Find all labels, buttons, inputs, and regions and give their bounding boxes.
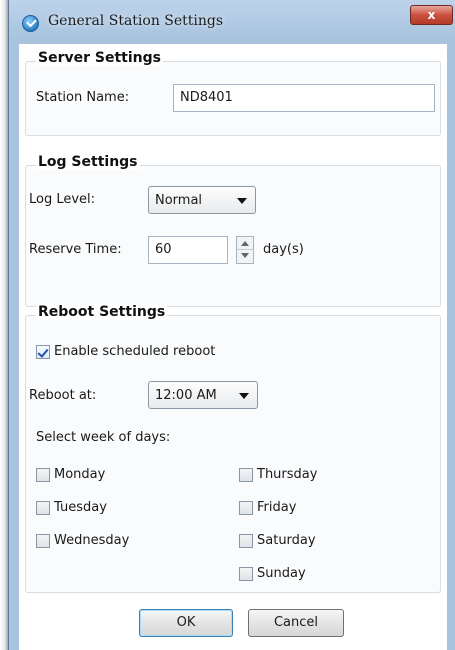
reserve-time-field[interactable]: 60 (148, 236, 228, 264)
day-label: Thursday (257, 467, 318, 482)
reboot-time-dropdown[interactable]: 12:00 AM (148, 381, 258, 409)
chevron-down-icon (237, 198, 247, 204)
enable-reboot-label: Enable scheduled reboot (54, 344, 216, 359)
station-name-field[interactable]: ND8401 (173, 84, 435, 112)
server-settings-group: Server Settings Station Name: ND8401 (25, 50, 441, 136)
day-checkbox-tuesday[interactable]: Tuesday (36, 500, 107, 515)
day-checkbox-sunday[interactable]: Sunday (239, 566, 306, 581)
chevron-down-icon (239, 393, 249, 399)
window-shadow (0, 0, 8, 650)
server-settings-title: Server Settings (36, 50, 163, 66)
reserve-time-unit: day(s) (263, 242, 304, 257)
log-level-label: Log Level: (29, 192, 96, 207)
day-checkbox-monday[interactable]: Monday (36, 467, 105, 482)
checkbox-icon (36, 500, 50, 515)
day-label: Monday (54, 467, 106, 482)
day-label: Friday (257, 500, 297, 515)
day-label: Sunday (257, 566, 306, 581)
close-icon: x (427, 8, 436, 22)
log-settings-group: Log Settings Log Level: Normal Reserve T… (25, 154, 441, 307)
week-days-label: Select week of days: (36, 430, 171, 445)
ok-button[interactable]: OK (139, 609, 233, 637)
day-checkbox-wednesday[interactable]: Wednesday (36, 533, 129, 548)
checkbox-icon (239, 566, 253, 581)
day-checkbox-thursday[interactable]: Thursday (239, 467, 317, 482)
enable-reboot-checkbox[interactable]: Enable scheduled reboot (36, 344, 215, 359)
log-level-dropdown[interactable]: Normal (148, 186, 256, 214)
cancel-button[interactable]: Cancel (248, 609, 344, 637)
day-checkbox-saturday[interactable]: Saturday (239, 533, 316, 548)
reboot-time-value: 12:00 AM (155, 388, 217, 403)
day-label: Saturday (257, 533, 316, 548)
station-name-label: Station Name: (36, 90, 130, 105)
title-bar: General Station Settings x (8, 0, 455, 44)
reserve-time-label: Reserve Time: (29, 242, 122, 257)
window-title: General Station Settings (48, 13, 224, 29)
dialog-body: Server Settings Station Name: ND8401 Log… (19, 44, 447, 650)
day-label: Tuesday (54, 500, 107, 515)
checkbox-icon (239, 500, 253, 515)
log-level-value: Normal (155, 193, 203, 208)
day-label: Wednesday (54, 533, 130, 548)
reserve-time-stepper[interactable] (236, 236, 254, 264)
checkbox-icon (239, 533, 253, 548)
reboot-at-label: Reboot at: (29, 388, 97, 403)
close-button[interactable]: x (410, 5, 453, 25)
checkbox-checked-icon (36, 344, 50, 359)
checkbox-icon (239, 467, 253, 482)
reboot-settings-title: Reboot Settings (36, 304, 168, 320)
checkbox-icon (36, 533, 50, 548)
checkbox-icon (36, 467, 50, 482)
stepper-down-icon[interactable] (237, 250, 253, 263)
reboot-settings-group: Reboot Settings Enable scheduled reboot … (25, 304, 441, 593)
stepper-up-icon[interactable] (237, 237, 253, 250)
day-checkbox-friday[interactable]: Friday (239, 500, 296, 515)
log-settings-title: Log Settings (36, 154, 140, 170)
app-icon (22, 15, 39, 32)
